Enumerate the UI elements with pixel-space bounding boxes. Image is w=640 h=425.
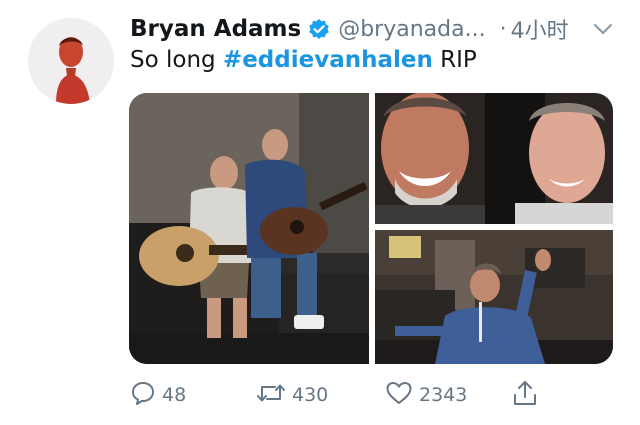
user-handle[interactable]: @bryanada... <box>338 17 485 42</box>
action-bar: 48 430 2343 <box>130 380 550 410</box>
reply-button[interactable]: 48 <box>130 380 186 410</box>
tweet-text-suffix: RIP <box>432 47 477 73</box>
like-count: 2343 <box>419 384 468 406</box>
share-icon <box>512 379 538 411</box>
timestamp[interactable]: 4小时 <box>511 13 569 45</box>
retweet-icon <box>256 380 286 410</box>
tweet-text: So long #eddievanhalen RIP <box>130 47 477 73</box>
tweet-text-prefix: So long <box>130 47 223 73</box>
share-button[interactable] <box>512 380 538 410</box>
reply-icon <box>130 380 156 410</box>
hashtag-link[interactable]: #eddievanhalen <box>223 47 433 73</box>
retweet-button[interactable]: 430 <box>256 380 328 410</box>
chevron-down-icon[interactable] <box>590 18 616 40</box>
photo-guitars[interactable] <box>129 93 369 364</box>
retweet-count: 430 <box>292 384 329 406</box>
display-name[interactable]: Bryan Adams <box>130 16 301 42</box>
media-grid <box>129 93 613 364</box>
reply-count: 48 <box>162 384 187 406</box>
heart-icon <box>385 380 413 410</box>
photo-selfie[interactable] <box>375 93 613 224</box>
tweet-header: Bryan Adams @bryanada... · 4小时 <box>130 14 569 44</box>
avatar[interactable] <box>28 18 114 104</box>
separator-dot: · <box>499 16 507 42</box>
photo-studio[interactable] <box>375 230 613 364</box>
verified-badge-icon <box>308 18 330 40</box>
like-button[interactable]: 2343 <box>385 380 467 410</box>
